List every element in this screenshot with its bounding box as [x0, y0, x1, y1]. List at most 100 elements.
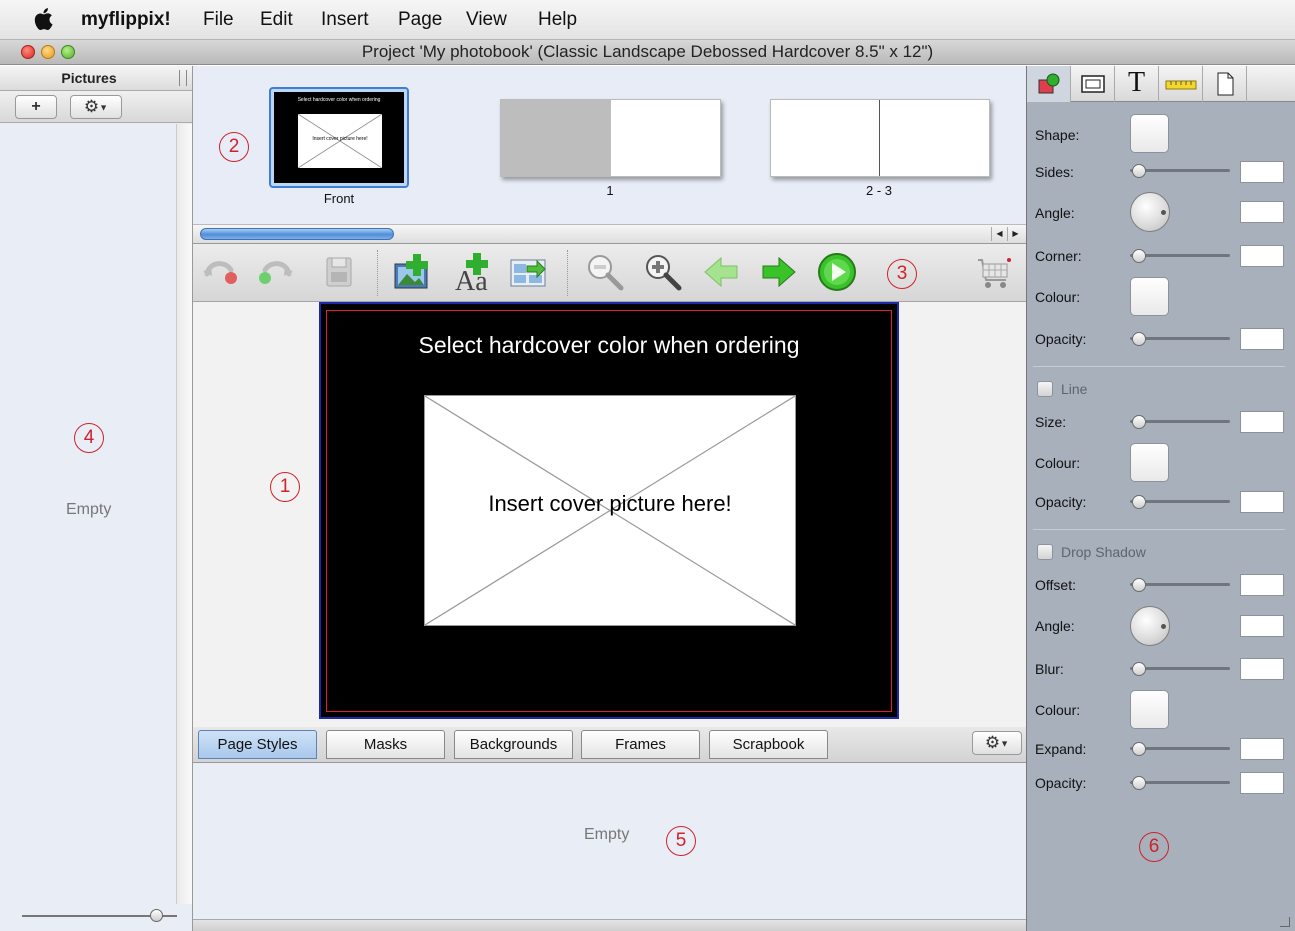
zoom-in-button[interactable] [643, 252, 683, 292]
page-canvas[interactable]: 1 Select hardcover color when ordering I… [193, 302, 1026, 727]
redo-button[interactable] [255, 252, 295, 292]
line-size-value-field[interactable] [1240, 411, 1284, 433]
menu-file[interactable]: File [203, 9, 234, 31]
pictures-scrollbar[interactable] [176, 124, 192, 904]
thumbnail-front[interactable]: Select hardcover color when ordering Ins… [269, 87, 409, 188]
tab-page-styles[interactable]: Page Styles [198, 730, 317, 759]
pictures-options-button[interactable]: ⚙▼ [70, 95, 122, 119]
pictures-header: Pictures [0, 66, 192, 91]
callout-3: 3 [887, 259, 917, 289]
shadow-opacity-slider[interactable] [1130, 776, 1230, 790]
opacity-slider[interactable] [1130, 332, 1230, 346]
shadow-expand-slider[interactable] [1130, 742, 1230, 756]
corner-label: Corner: [1035, 248, 1082, 264]
line-colour-well[interactable] [1130, 443, 1169, 482]
text-tool-tab[interactable]: T [1115, 66, 1159, 102]
mini-cover-title: Select hardcover color when ordering [297, 97, 381, 103]
window-title-bar[interactable]: Project 'My photobook' (Classic Landscap… [0, 40, 1295, 65]
divider [1033, 366, 1285, 367]
line-opacity-slider[interactable] [1130, 495, 1230, 509]
undo-button[interactable] [201, 252, 241, 292]
cover-picture-placeholder[interactable]: Insert cover picture here! [424, 395, 796, 626]
angle-label: Angle: [1035, 205, 1075, 221]
shadow-expand-value-field[interactable] [1240, 738, 1284, 760]
thumbnail-front-label: Front [323, 191, 355, 206]
tab-scrapbook[interactable]: Scrapbook [709, 730, 828, 759]
shadow-blur-value-field[interactable] [1240, 658, 1284, 680]
add-picture-button[interactable]: + [15, 95, 57, 119]
play-icon [818, 253, 856, 291]
menu-page[interactable]: Page [398, 9, 442, 31]
placeholder-text: Insert cover picture here! [488, 491, 732, 516]
page-1-left-half [501, 100, 611, 176]
thumbnail-page-2-3[interactable] [770, 99, 990, 177]
corner-value-field[interactable] [1240, 245, 1284, 267]
drop-shadow-checkbox[interactable] [1037, 544, 1053, 560]
page-tool-tab[interactable] [1203, 66, 1247, 102]
callout-6: 6 [1139, 832, 1169, 862]
frame-tool-tab[interactable] [1071, 66, 1115, 102]
shadow-offset-slider[interactable] [1130, 578, 1230, 592]
tab-backgrounds[interactable]: Backgrounds [454, 730, 573, 759]
shadow-colour-label: Colour: [1035, 702, 1081, 718]
angle-value-field[interactable] [1240, 201, 1284, 223]
slider-knob[interactable] [150, 909, 163, 922]
thumbnails-scrollbar[interactable]: ◀ ▶ [193, 224, 1026, 244]
menu-insert[interactable]: Insert [321, 9, 369, 31]
corner-slider[interactable] [1130, 249, 1230, 263]
app-menu[interactable]: myflippix! [81, 9, 171, 31]
cover-page[interactable]: Select hardcover color when ordering Ins… [319, 302, 899, 719]
resize-grip-icon[interactable] [179, 70, 187, 86]
cover-title[interactable]: Select hardcover color when ordering [321, 332, 897, 359]
menu-view[interactable]: View [466, 9, 507, 31]
angle-dial[interactable] [1130, 192, 1170, 232]
line-colour-label: Colour: [1035, 455, 1081, 471]
scroll-left-arrow[interactable]: ◀ [991, 227, 1007, 241]
mini-placeholder-text: Insert cover picture here! [312, 136, 368, 142]
scroll-right-arrow[interactable]: ▶ [1007, 227, 1023, 241]
resize-corner-icon[interactable] [1280, 917, 1290, 927]
cart-button[interactable] [974, 252, 1014, 292]
styles-options-button[interactable]: ⚙▼ [972, 731, 1022, 755]
line-size-slider[interactable] [1130, 415, 1230, 429]
fill-colour-well[interactable] [1130, 277, 1169, 316]
thumbnail-page-1[interactable] [500, 99, 721, 177]
sides-value-field[interactable] [1240, 161, 1284, 183]
previous-page-button[interactable] [701, 252, 741, 292]
opacity-value-field[interactable] [1240, 328, 1284, 350]
play-button[interactable] [817, 252, 857, 292]
menu-edit[interactable]: Edit [260, 9, 293, 31]
callout-4: 4 [74, 423, 104, 453]
tab-frames[interactable]: Frames [581, 730, 700, 759]
add-picture-toolbar-button[interactable] [393, 252, 433, 292]
line-opacity-value-field[interactable] [1240, 491, 1284, 513]
previous-page-icon [704, 256, 738, 288]
shadow-angle-value-field[interactable] [1240, 615, 1284, 637]
apple-icon[interactable] [34, 6, 56, 32]
line-checkbox[interactable] [1037, 381, 1053, 397]
next-page-button[interactable] [759, 252, 799, 292]
divider [1033, 529, 1285, 530]
zoom-out-button[interactable] [585, 252, 625, 292]
shadow-colour-well[interactable] [1130, 690, 1169, 729]
shadow-angle-dial[interactable] [1130, 606, 1170, 646]
tab-masks[interactable]: Masks [326, 730, 445, 759]
scrollbar-thumb[interactable] [200, 228, 394, 240]
main-toolbar: Aa 3 [193, 244, 1026, 302]
menu-help[interactable]: Help [538, 9, 577, 31]
import-button[interactable] [509, 252, 549, 292]
chevron-down-icon: ▼ [1000, 738, 1010, 749]
shadow-blur-slider[interactable] [1130, 662, 1230, 676]
styles-content[interactable]: Empty 5 [193, 763, 1026, 919]
gear-icon: ⚙ [984, 733, 1001, 752]
sides-slider[interactable] [1130, 164, 1230, 178]
thumbnail-size-slider[interactable] [22, 909, 177, 923]
svg-text:Aa: Aa [455, 266, 488, 292]
shape-picker[interactable] [1130, 114, 1169, 153]
shadow-offset-value-field[interactable] [1240, 574, 1284, 596]
ruler-tool-tab[interactable] [1159, 66, 1203, 102]
add-text-button[interactable]: Aa [453, 252, 493, 297]
shadow-opacity-value-field[interactable] [1240, 772, 1284, 794]
shape-tool-tab[interactable] [1027, 66, 1071, 102]
save-button[interactable] [319, 252, 359, 292]
